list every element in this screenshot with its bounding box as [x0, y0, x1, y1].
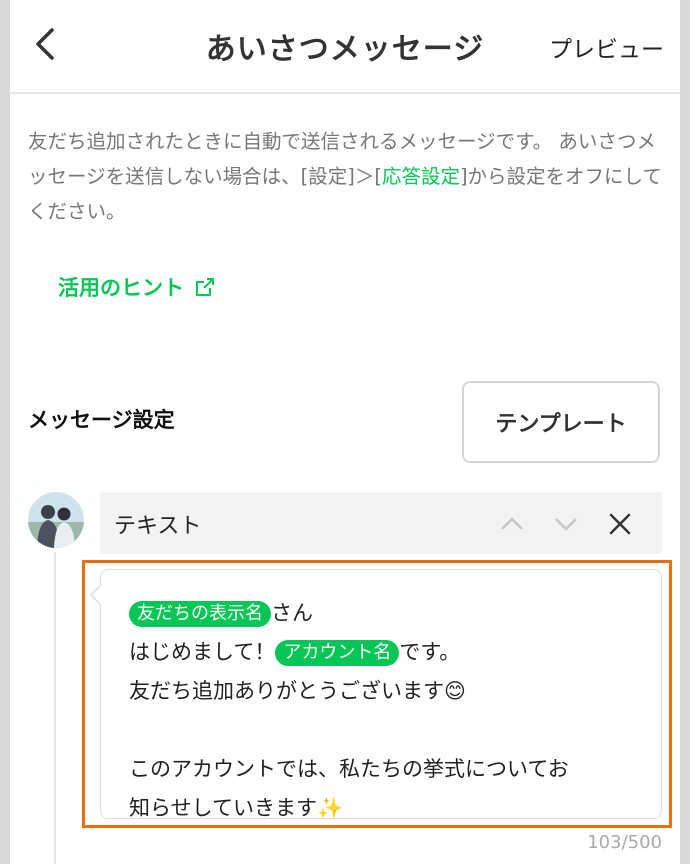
usage-hint-link[interactable]: 活用のヒント: [58, 272, 216, 302]
usage-hint-label: 活用のヒント: [58, 276, 184, 300]
message-line-2: はじめまして！ アカウント名 です。: [129, 633, 649, 672]
chevron-up-icon: [501, 517, 523, 530]
line2-pre: はじめまして！: [129, 640, 276, 664]
greeting-message-screen: あいさつメッセージ プレビュー 友だち追加されたときに自動で送信されるメッセージ…: [10, 0, 680, 864]
thread-line: [54, 552, 56, 864]
preview-button[interactable]: プレビュー: [549, 30, 664, 64]
message-content: 友だちの表示名 さん はじめまして！ アカウント名 です。 友だち追加ありがとうござい…: [129, 594, 649, 819]
move-up-button[interactable]: [498, 510, 526, 538]
account-name-tag[interactable]: アカウント名: [275, 640, 400, 666]
message-settings-label: メッセージ設定: [28, 408, 175, 432]
message-line-6: 知らせしていきます✨: [129, 796, 344, 819]
header: あいさつメッセージ プレビュー: [10, 0, 680, 94]
response-settings-link[interactable]: 応答設定: [382, 165, 460, 188]
message-type-bar: テキスト: [100, 492, 662, 554]
avatar: [28, 492, 84, 548]
message-type-label: テキスト: [114, 514, 202, 539]
message-line-5: このアカウントでは、私たちの挙式についてお: [129, 757, 569, 781]
template-button[interactable]: テンプレート: [462, 381, 660, 463]
external-link-icon: [196, 278, 214, 296]
message-line-3: 友だち追加ありがとうございます😊: [129, 679, 466, 703]
message-line-4: [129, 711, 649, 750]
friend-name-tag[interactable]: 友だちの表示名: [129, 601, 271, 627]
line1-text: さん: [271, 601, 313, 625]
line2-post: です。: [399, 640, 461, 664]
chevron-down-icon: [555, 518, 577, 531]
message-text-editor[interactable]: 友だちの表示名 さん はじめまして！ アカウント名 です。 友だち追加ありがとうござい…: [100, 569, 662, 819]
description-text: 友だち追加されたときに自動で送信されるメッセージです。 あいさつメッセージを送信…: [28, 124, 664, 229]
delete-message-button[interactable]: [606, 510, 634, 538]
close-icon: [609, 513, 631, 535]
move-down-button[interactable]: [552, 510, 580, 538]
bubble-tail: [89, 585, 103, 605]
character-counter: 103/500: [587, 832, 662, 853]
message-line-1: 友だちの表示名 さん: [129, 594, 649, 633]
